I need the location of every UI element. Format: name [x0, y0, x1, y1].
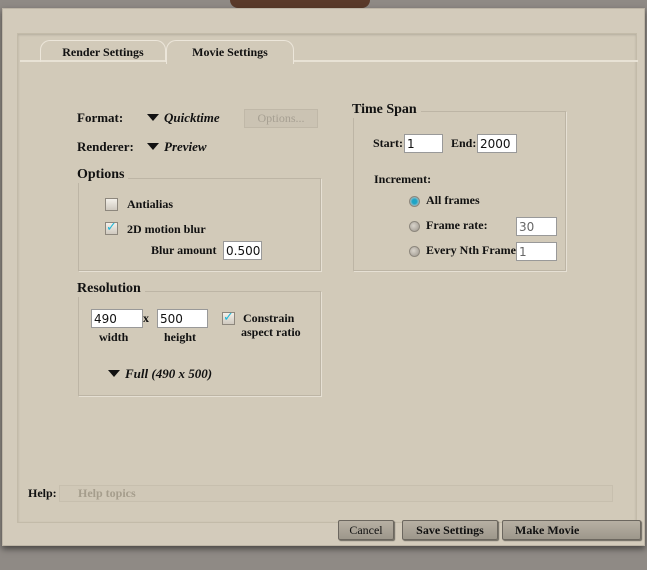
- tab-render-settings[interactable]: Render Settings: [40, 40, 166, 62]
- times-separator: x: [143, 311, 149, 325]
- start-input[interactable]: [404, 134, 443, 153]
- constrain-label-line2: aspect ratio: [241, 325, 301, 339]
- time-span-title: Time Span: [352, 102, 421, 118]
- dropdown-arrow-icon: [108, 370, 120, 377]
- height-label: height: [164, 330, 197, 344]
- motion-blur-label: 2D motion blur: [127, 222, 206, 236]
- tab-movie-settings[interactable]: Movie Settings: [166, 40, 294, 64]
- renderer-value: Preview: [164, 139, 207, 154]
- frame-rate-input[interactable]: [516, 217, 557, 236]
- blur-amount-input[interactable]: [223, 241, 262, 260]
- increment-label: Increment:: [374, 172, 432, 186]
- all-frames-label: All frames: [426, 193, 480, 207]
- end-label: End:: [451, 136, 477, 150]
- renderer-dropdown[interactable]: Preview: [147, 139, 207, 155]
- frame-rate-label: Frame rate:: [426, 218, 488, 232]
- settings-panel: [17, 33, 637, 523]
- width-input[interactable]: [91, 309, 143, 328]
- width-label: width: [99, 330, 129, 344]
- help-field[interactable]: Help topics: [59, 485, 613, 502]
- antialias-label: Antialias: [127, 197, 174, 211]
- every-nth-radio[interactable]: [409, 246, 420, 257]
- format-dropdown[interactable]: Quicktime: [147, 110, 220, 126]
- every-nth-input[interactable]: [516, 242, 557, 261]
- constrain-label-line1: Constrain: [243, 311, 295, 325]
- frame-rate-radio[interactable]: [409, 221, 420, 232]
- format-value: Quicktime: [164, 110, 220, 125]
- end-input[interactable]: [477, 134, 517, 153]
- all-frames-radio[interactable]: [409, 196, 420, 207]
- background-scene: [230, 0, 370, 8]
- save-settings-button[interactable]: Save Settings: [402, 520, 498, 540]
- format-label: Format:: [77, 110, 124, 125]
- options-button[interactable]: Options...: [244, 109, 318, 128]
- options-title: Options: [77, 167, 129, 183]
- resolution-title: Resolution: [77, 281, 145, 297]
- every-nth-label: Every Nth Frame: [426, 243, 516, 257]
- blur-amount-label: Blur amount: [151, 243, 217, 257]
- dropdown-arrow-icon: [147, 114, 159, 121]
- constrain-checkbox[interactable]: ✓: [222, 311, 235, 325]
- make-movie-button[interactable]: Make Movie: [502, 520, 641, 540]
- dropdown-arrow-icon: [147, 143, 159, 150]
- motion-blur-checkbox[interactable]: ✓: [105, 221, 118, 235]
- start-label: Start:: [373, 136, 403, 150]
- resolution-preset-dropdown[interactable]: Full (490 x 500): [108, 366, 212, 382]
- antialias-checkbox[interactable]: [105, 198, 118, 211]
- renderer-label: Renderer:: [77, 139, 134, 154]
- cancel-button[interactable]: Cancel: [338, 520, 394, 540]
- resolution-preset-value: Full (490 x 500): [125, 366, 213, 381]
- help-label: Help:: [28, 486, 57, 500]
- height-input[interactable]: [157, 309, 208, 328]
